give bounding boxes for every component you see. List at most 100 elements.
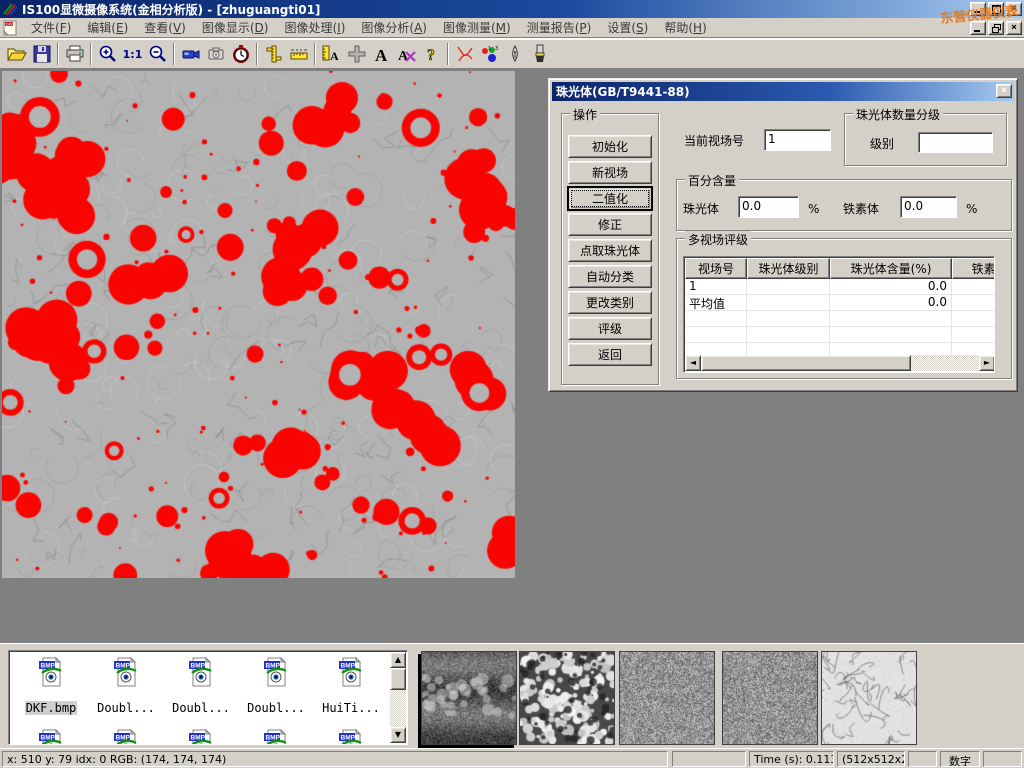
thumbnail-3[interactable] [722, 651, 818, 745]
file-label: Doubl... [96, 701, 156, 715]
op-button-0[interactable]: 初始化 [568, 135, 652, 158]
menu-item-8[interactable]: 设置(S) [599, 17, 656, 38]
scroll-left-icon[interactable]: ◄ [685, 355, 701, 371]
table-cell [747, 279, 830, 295]
pearlite-input[interactable]: 0.0 [738, 196, 799, 218]
video-camera-icon[interactable] [178, 42, 203, 67]
op-button-8[interactable]: 返回 [568, 343, 652, 366]
print-icon[interactable] [62, 42, 87, 67]
menu-item-7[interactable]: 测量报告(P) [519, 17, 600, 38]
current-field-label: 当前视场号 [684, 132, 744, 149]
table-row-3[interactable] [685, 327, 995, 343]
dialog-title-bar[interactable]: 珠光体(GB/T9441-88) × [552, 82, 1014, 101]
current-field-input[interactable]: 1 [764, 129, 831, 151]
status-empty-3 [983, 751, 1022, 767]
file-listbox[interactable]: BMPBMPHuiTi...BMPBMPDoubl...BMPBMPDoubl.… [8, 650, 408, 745]
rating-table[interactable]: 视场号珠光体级别珠光体含量(%)铁素体含量(%) 10.0平均值0.0 ◄ ► [683, 256, 995, 373]
app-icon [2, 2, 18, 16]
scroll-up-icon[interactable]: ▲ [390, 652, 406, 668]
menu-item-6[interactable]: 图像测量(M) [435, 17, 519, 38]
file-item-0[interactable]: BMPDKF.bmp [15, 657, 87, 715]
curve-icon[interactable] [452, 42, 477, 67]
table-cell: 0.0 [830, 295, 952, 311]
dialog-close-button[interactable]: × [996, 84, 1012, 98]
thumbnail-2[interactable] [619, 651, 715, 745]
file-item-clipped[interactable]: BMP [165, 729, 237, 745]
menu-item-0[interactable]: 文件(F) [23, 17, 79, 38]
file-item-clipped[interactable]: BMP [315, 729, 387, 745]
thumbnail-1[interactable] [519, 651, 615, 745]
table-cell [685, 327, 747, 343]
op-button-5[interactable]: 自动分类 [568, 265, 652, 288]
mdi-close-button[interactable]: × [1006, 21, 1022, 35]
actual-size-label: 1:1 [123, 48, 143, 61]
file-item-2[interactable]: BMPDoubl... [165, 657, 237, 715]
level-input[interactable] [918, 132, 993, 153]
column-header-3[interactable]: 铁素体含量(%) [952, 258, 995, 279]
file-label: Doubl... [171, 701, 231, 715]
table-cell [952, 279, 995, 295]
menu-item-5[interactable]: 图像分析(A) [353, 17, 435, 38]
scroll-down-icon[interactable]: ▼ [390, 727, 406, 743]
window-title: IS100显微摄像系统(金相分析版) - [zhuguangti01] [22, 1, 320, 18]
table-h-scrollbar[interactable]: ◄ ► [685, 355, 995, 371]
timer-icon[interactable] [228, 42, 253, 67]
caliper-icon[interactable] [261, 42, 286, 67]
file-item-clipped[interactable]: BMP [240, 729, 312, 745]
thumbnail-0[interactable] [421, 651, 517, 745]
text-icon[interactable]: A [369, 42, 394, 67]
micrograph-image[interactable] [2, 71, 515, 578]
table-row-2[interactable] [685, 311, 995, 327]
menu-item-4[interactable]: 图像处理(I) [276, 17, 353, 38]
pearlite-percent-sign: % [808, 202, 819, 216]
brush-icon[interactable] [527, 42, 552, 67]
scroll-thumb[interactable] [701, 355, 911, 371]
count-points-icon[interactable]: 13 [477, 42, 502, 67]
column-header-0[interactable]: 视场号 [685, 258, 747, 279]
still-camera-icon[interactable] [203, 42, 228, 67]
table-row-1[interactable]: 平均值0.0 [685, 295, 995, 311]
help-icon[interactable]: ? [419, 42, 444, 67]
thumbnail-4[interactable] [821, 651, 917, 745]
ferrite-input[interactable]: 0.0 [900, 196, 957, 218]
menu-item-1[interactable]: 编辑(E) [79, 17, 136, 38]
op-button-3[interactable]: 修正 [568, 213, 652, 236]
op-button-2[interactable]: 二值化 [568, 187, 652, 210]
status-time: Time (s): 0.113 [749, 751, 834, 767]
save-icon[interactable] [29, 42, 54, 67]
delete-text-icon[interactable]: A [394, 42, 419, 67]
file-item-clipped[interactable]: BMP [90, 729, 162, 745]
pen-icon[interactable] [502, 42, 527, 67]
file-item-3[interactable]: BMPDoubl... [240, 657, 312, 715]
menu-item-9[interactable]: 帮助(H) [656, 17, 714, 38]
column-header-1[interactable]: 珠光体级别 [747, 258, 830, 279]
menu-bar: DOC 文件(F)编辑(E)查看(V)图像显示(D)图像处理(I)图像分析(A)… [0, 18, 1024, 38]
file-item-1[interactable]: BMPDoubl... [90, 657, 162, 715]
ruler-icon[interactable] [286, 42, 311, 67]
mdi-restore-button[interactable] [988, 21, 1004, 35]
svg-text:A: A [375, 46, 388, 64]
grading-group: 珠光体数量分级 级别 [844, 113, 1007, 166]
zoom-out-icon[interactable] [145, 42, 170, 67]
table-row-0[interactable]: 10.0 [685, 279, 995, 295]
op-button-6[interactable]: 更改类别 [568, 291, 652, 314]
open-icon[interactable] [4, 42, 29, 67]
measure-text-icon[interactable]: A [319, 42, 344, 67]
op-button-7[interactable]: 评级 [568, 317, 652, 340]
op-button-4[interactable]: 点取珠光体 [568, 239, 652, 262]
actual-size-icon[interactable]: 1:1 [120, 42, 145, 67]
scroll-right-icon[interactable]: ► [979, 355, 995, 371]
file-item-4[interactable]: BMPHuiTi... [315, 657, 387, 715]
svg-text:3: 3 [495, 46, 498, 52]
zoom-in-icon[interactable] [95, 42, 120, 67]
menu-item-3[interactable]: 图像显示(D) [194, 17, 277, 38]
menu-item-2[interactable]: 查看(V) [136, 17, 194, 38]
file-item-clipped[interactable]: BMP [15, 729, 87, 745]
file-list-scrollbar[interactable]: ▲ ▼ [390, 652, 406, 743]
scroll-thumb[interactable] [390, 668, 406, 690]
table-cell: 0.0 [830, 279, 952, 295]
column-header-2[interactable]: 珠光体含量(%) [830, 258, 952, 279]
percent-group: 百分含量 珠光体 0.0 % 铁素体 0.0 % [676, 179, 1012, 231]
move-cross-icon[interactable] [344, 42, 369, 67]
op-button-1[interactable]: 新视场 [568, 161, 652, 184]
